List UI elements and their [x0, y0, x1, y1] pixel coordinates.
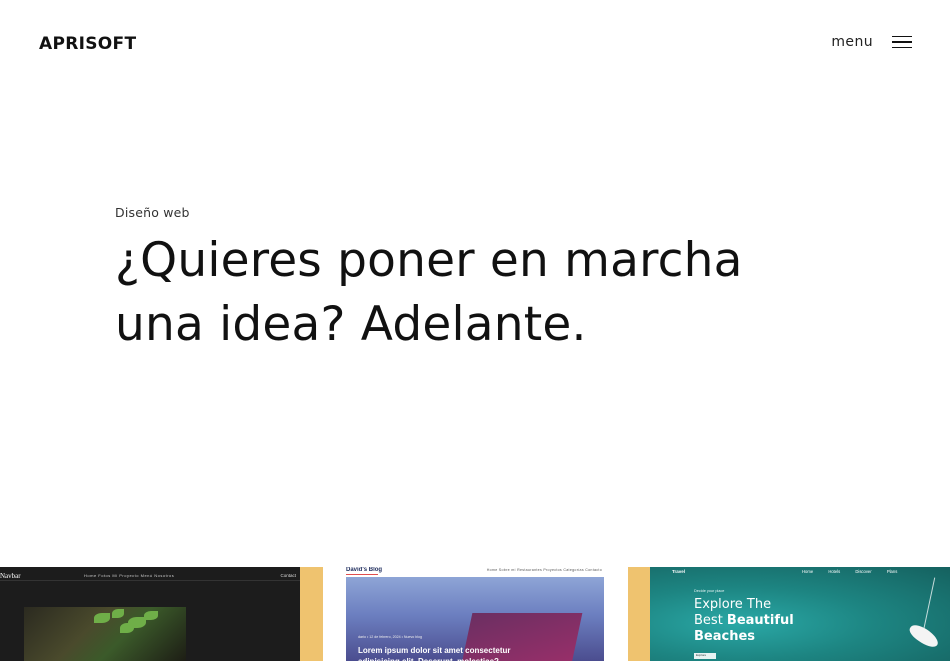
portfolio-strip: Navbar Home Fotos Mi Proyecto Menú Nosot…: [0, 567, 950, 661]
travel-site-links: Home Hotels Discover Plans: [802, 569, 898, 574]
leaf-shape: [120, 623, 134, 633]
blog-post-meta: dario • 12 de febrero, 2024 • Nuevo blog: [358, 635, 423, 639]
travel-title-line-3: Beaches: [694, 629, 756, 644]
navbar-site-links: Home Fotos Mi Proyecto Menú Nosotros: [84, 573, 175, 578]
travel-title-line-1: Explore The: [694, 597, 772, 612]
site-header: APRISOFT menu: [0, 0, 950, 90]
travel-title-line-2-bold: Beautiful: [726, 613, 794, 628]
plants-photo: [24, 607, 186, 661]
blog-brand-underline: [346, 574, 378, 575]
leaf-shape: [112, 609, 124, 618]
blog-post-headline: Lorem ipsum dolor sit amet consectetur a…: [358, 646, 511, 661]
menu-label[interactable]: menu: [831, 34, 873, 50]
leaf-shape: [144, 611, 158, 620]
hero-title-line-2: una idea? Adelante.: [115, 297, 587, 352]
leaf-shape: [94, 613, 110, 623]
travel-title: Explore The Best Beautiful Beaches: [694, 597, 794, 645]
navbar-site-divider: [0, 580, 300, 581]
hamburger-icon[interactable]: [892, 35, 912, 49]
site-logo[interactable]: APRISOFT: [39, 34, 136, 54]
portfolio-card-navbar[interactable]: Navbar Home Fotos Mi Proyecto Menú Nosot…: [0, 567, 323, 661]
travel-site-brand: Travel: [672, 569, 686, 574]
hero-title-line-1: ¿Quieres poner en marcha: [115, 233, 743, 288]
portfolio-card-travel[interactable]: Travel Home Hotels Discover Plans Decide…: [628, 567, 950, 661]
menu-button[interactable]: menu: [831, 34, 912, 50]
navbar-site-brand: Navbar: [0, 572, 21, 580]
travel-title-line-2-plain: Best: [694, 613, 727, 628]
navbar-site-screenshot: Navbar Home Fotos Mi Proyecto Menú Nosot…: [0, 567, 300, 661]
hero-kicker: Diseño web: [115, 205, 190, 220]
travel-explore-button[interactable]: Explore: [694, 653, 716, 659]
blog-site-links: Home Sobre mí Restaurantes Proyectos Cat…: [486, 568, 602, 572]
blog-site-brand: David's Blog: [346, 567, 383, 573]
travel-kicker: Decide your place: [694, 589, 725, 593]
hero-title: ¿Quieres poner en marcha una idea? Adela…: [115, 229, 875, 357]
hero-section: Diseño web ¿Quieres poner en marcha una …: [115, 205, 875, 357]
portfolio-card-blog[interactable]: David's Blog Home Sobre mí Restaurantes …: [344, 567, 606, 661]
navbar-site-contact: Contact: [280, 573, 296, 578]
